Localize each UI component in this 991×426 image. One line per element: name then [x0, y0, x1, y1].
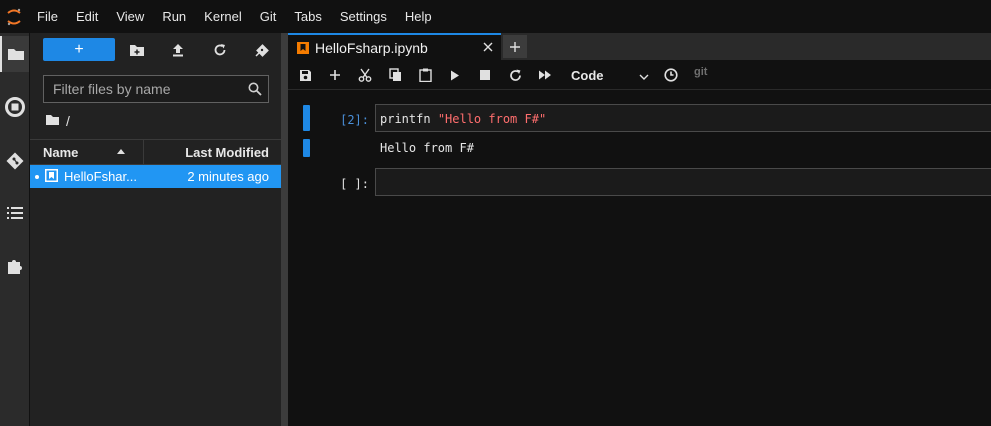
running-icon[interactable] [0, 89, 29, 125]
cut-icon[interactable] [354, 64, 376, 86]
tab-notebook[interactable]: HelloFsharp.ipynb [288, 33, 501, 60]
file-filter [43, 75, 269, 103]
clock-icon[interactable] [660, 64, 682, 86]
breadcrumb-root[interactable]: / [66, 113, 70, 129]
notebook-toolbar: Code git [288, 60, 991, 90]
fast-forward-icon[interactable] [534, 64, 556, 86]
panel-splitter[interactable] [281, 33, 288, 426]
main-area: HelloFsharp.ipynb Code git [2]: printfn … [288, 33, 991, 426]
breadcrumb: / [45, 112, 70, 130]
paste-icon[interactable] [414, 64, 436, 86]
file-browser: + / Name Last Modified [29, 33, 282, 426]
code-function: printfn [380, 112, 431, 126]
file-browser-toolbar: + [30, 33, 282, 67]
code-string: "Hello from F#" [437, 112, 547, 126]
jupyter-logo-icon [0, 0, 28, 33]
add-cell-icon[interactable] [324, 64, 346, 86]
refresh-icon[interactable] [208, 38, 232, 62]
folder-icon[interactable] [45, 113, 60, 129]
code-editor-empty[interactable] [375, 168, 991, 196]
input-prompt: [ ]: [340, 177, 369, 191]
cell-type-select[interactable]: Code [571, 64, 649, 86]
restart-icon[interactable] [504, 64, 526, 86]
notebook-icon [297, 41, 309, 54]
file-modified: 2 minutes ago [187, 169, 269, 184]
menu-run[interactable]: Run [153, 0, 195, 33]
column-name[interactable]: Name [30, 139, 144, 165]
toc-icon[interactable] [0, 195, 29, 231]
filter-files-input[interactable] [44, 81, 242, 97]
notebook-icon [45, 168, 58, 185]
menu-edit[interactable]: Edit [67, 0, 107, 33]
tab-label: HelloFsharp.ipynb [315, 39, 428, 56]
save-icon[interactable] [294, 64, 316, 86]
file-list-header: Name Last Modified [30, 139, 282, 165]
new-launcher-label: + [74, 40, 84, 58]
code-editor[interactable]: printfn "Hello from F#" [375, 104, 991, 132]
git-clone-icon[interactable] [250, 38, 274, 62]
run-icon[interactable] [444, 64, 466, 86]
running-indicator-icon [35, 174, 39, 179]
cell-output: Hello from F# [380, 141, 474, 155]
cell-type-value: Code [571, 67, 604, 83]
menu-bar: File Edit View Run Kernel Git Tabs Setti… [0, 0, 991, 33]
folder-icon[interactable] [0, 36, 29, 72]
chevron-down-icon [639, 68, 649, 83]
new-launcher-button[interactable]: + [43, 38, 115, 61]
new-folder-icon[interactable] [125, 38, 149, 62]
close-icon[interactable] [481, 40, 495, 54]
stop-icon[interactable] [474, 64, 496, 86]
tab-bar: HelloFsharp.ipynb [288, 33, 991, 60]
copy-icon[interactable] [384, 64, 406, 86]
add-tab-button[interactable] [503, 35, 527, 58]
sort-ascending-icon [117, 148, 125, 154]
menu-kernel[interactable]: Kernel [195, 0, 251, 33]
file-list-item[interactable]: HelloFshar... 2 minutes ago [30, 165, 282, 188]
menu-help[interactable]: Help [396, 0, 441, 33]
menu-git[interactable]: Git [251, 0, 286, 33]
menu-file[interactable]: File [28, 0, 67, 33]
menu-tabs[interactable]: Tabs [285, 0, 330, 33]
search-icon [242, 76, 268, 102]
activity-bar [0, 33, 29, 426]
column-name-label: Name [43, 144, 79, 160]
extension-icon[interactable] [0, 248, 29, 284]
file-name: HelloFshar... [64, 169, 137, 184]
menu-settings[interactable]: Settings [331, 0, 396, 33]
output-collapser[interactable] [303, 139, 310, 157]
column-last-modified[interactable]: Last Modified [144, 145, 282, 160]
menu-view[interactable]: View [107, 0, 153, 33]
input-prompt: [2]: [340, 113, 369, 127]
git-label[interactable]: git [694, 66, 707, 78]
upload-icon[interactable] [166, 38, 190, 62]
git-icon[interactable] [0, 143, 29, 179]
